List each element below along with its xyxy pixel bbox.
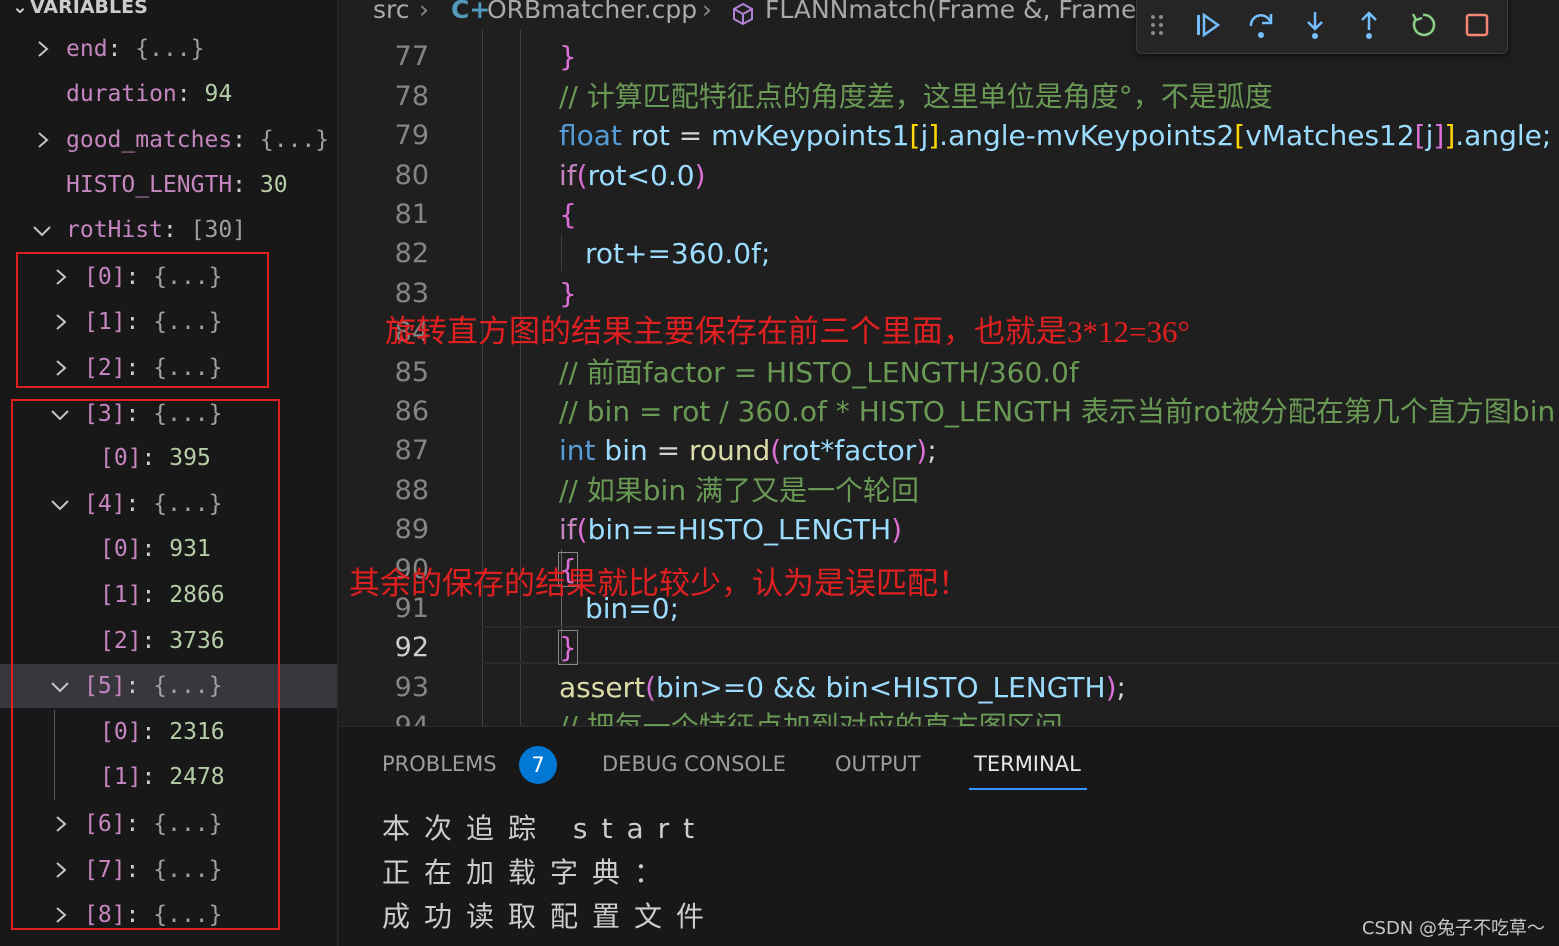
breadcrumb-symbol[interactable]: FLANNmatch(Frame &, Frame — [765, 0, 1136, 30]
line-number: 77 — [394, 41, 429, 72]
code-editor[interactable]: src › C+ ORBmatcher.cpp › FLANNmatch(Fra… — [339, 0, 1559, 726]
chevron-right-icon: › — [419, 0, 429, 24]
annotation-box-bottom — [11, 399, 280, 930]
line-number: 78 — [394, 81, 429, 112]
cpp-file-icon: C+ — [451, 0, 491, 24]
code-line-82: rot+=360.0f; — [585, 237, 771, 270]
code-line-89: if(bin==HISTO_LENGTH) — [559, 513, 903, 546]
line-number: 81 — [394, 199, 429, 230]
breadcrumb-file[interactable]: ORBmatcher.cpp — [487, 0, 697, 30]
variable-row[interactable]: rotHist: [30] — [0, 208, 337, 252]
variable-name: rotHist — [66, 217, 163, 243]
variable-row[interactable]: end: {...} — [0, 27, 337, 71]
code-line-77: } — [559, 40, 577, 73]
code-line-86: // bin = rot / 360.of * HISTO_LENGTH 表示当… — [559, 395, 1556, 428]
variable-name: duration — [66, 81, 177, 107]
method-icon — [731, 0, 755, 38]
line-number-current: 92 — [394, 632, 429, 663]
step-over-icon[interactable] — [1241, 3, 1281, 47]
drag-handle-icon[interactable] — [1145, 3, 1169, 47]
indent-guide — [561, 235, 562, 271]
indent-guide — [520, 30, 521, 726]
annotation-text-bottom: 其余的保存的结果就比较少，认为是误匹配！ — [349, 566, 969, 601]
line-number: 88 — [394, 475, 429, 506]
line-number: 79 — [394, 120, 429, 151]
problems-count-badge: 7 — [519, 746, 557, 784]
code-line-85: // 前面factor = HISTO_LENGTH/360.0f — [559, 356, 1079, 389]
annotation-box-top — [16, 252, 269, 388]
indent-guide — [482, 30, 483, 726]
variable-name: HISTO_LENGTH — [66, 172, 233, 198]
variable-name: end — [66, 36, 108, 62]
watermark: CSDN @兔子不吃草～ — [1361, 918, 1545, 939]
chevron-down-icon[interactable]: ⌄ — [12, 0, 30, 22]
variable-row[interactable]: HISTO_LENGTH: 30 — [0, 163, 337, 207]
stop-icon[interactable] — [1457, 3, 1497, 47]
line-number: 80 — [394, 160, 429, 191]
chevron-right-icon[interactable] — [36, 118, 50, 149]
terminal-line: 本次追踪 start — [382, 812, 709, 845]
tab-terminal[interactable]: TERMINAL — [974, 749, 1081, 779]
debug-toolbar — [1136, 0, 1508, 54]
variable-name: good_matches — [66, 127, 233, 153]
bottom-panel: PROBLEMS 7 DEBUG CONSOLE OUTPUT TERMINAL… — [339, 726, 1559, 946]
code-line-81: { — [559, 198, 577, 231]
variable-value: 30 — [259, 172, 288, 198]
step-into-icon[interactable] — [1295, 3, 1335, 47]
line-number: 82 — [394, 238, 429, 269]
code-line-92: } — [558, 630, 578, 665]
line-number: 85 — [394, 357, 429, 388]
active-tab-indicator — [969, 788, 1087, 790]
variable-value: {...} — [259, 127, 330, 153]
annotation-text-top: 旋转直方图的结果主要保存在前三个里面，也就是3*12=36° — [385, 314, 1190, 349]
chevron-right-icon[interactable] — [36, 27, 50, 58]
code-line-93: assert(bin>=0 && bin<HISTO_LENGTH); — [559, 671, 1126, 704]
current-line-highlight — [482, 626, 1559, 664]
terminal-line: 正在加载字典： — [382, 856, 677, 889]
tab-problems[interactable]: PROBLEMS — [382, 749, 497, 779]
variable-value: [30] — [190, 217, 247, 243]
code-line-78: // 计算匹配特征点的角度差，这里单位是角度°，不是弧度 — [559, 80, 1273, 113]
variable-row[interactable]: duration: 94 — [0, 72, 337, 116]
line-number: 94 — [339, 707, 429, 726]
variable-value: {...} — [135, 36, 205, 62]
chevron-right-icon: › — [702, 0, 712, 24]
restart-icon[interactable] — [1403, 3, 1443, 47]
step-out-icon[interactable] — [1349, 3, 1389, 47]
code-line-88: // 如果bin 满了又是一个轮回 — [559, 474, 919, 507]
variable-value: 94 — [204, 81, 233, 107]
variables-panel: ⌄ VARIABLES end: {...} duration: 94 good_… — [0, 0, 338, 946]
chevron-down-icon[interactable] — [32, 208, 52, 238]
tab-output[interactable]: OUTPUT — [835, 749, 921, 779]
terminal-line: 成功读取配置文件 — [382, 900, 719, 933]
line-number: 86 — [394, 396, 429, 427]
variable-row[interactable]: good_matches: {...} — [0, 118, 337, 162]
breadcrumb-folder[interactable]: src — [373, 0, 410, 30]
tab-debug-console[interactable]: DEBUG CONSOLE — [602, 749, 786, 779]
line-number: 87 — [394, 435, 429, 466]
line-number: 93 — [394, 672, 429, 703]
variables-header[interactable]: ⌄ VARIABLES — [0, 0, 337, 22]
line-number: 89 — [394, 514, 429, 545]
code-line-80: if(rot<0.0) — [559, 159, 706, 192]
continue-icon[interactable] — [1187, 3, 1227, 47]
code-line-79: float rot = mvKeypoints1[j].angle-mvKeyp… — [559, 119, 1552, 152]
code-line-94: // 把每一个特征点加到对应的直方图区间 — [559, 707, 1063, 726]
code-line-87: int bin = round(rot*factor); — [559, 434, 937, 467]
